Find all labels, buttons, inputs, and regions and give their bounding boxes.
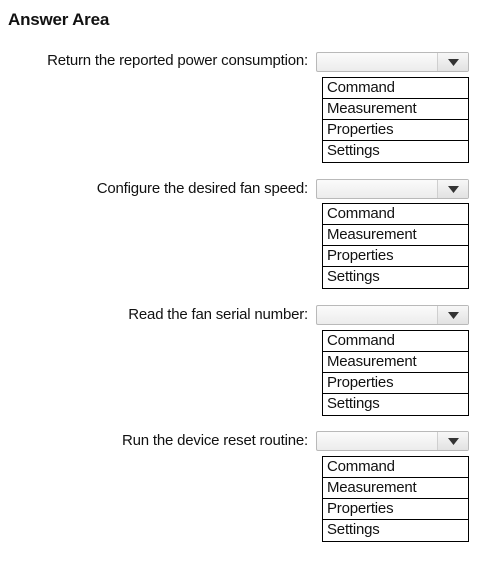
dropdown-power-consumption[interactable]: [316, 52, 469, 72]
question-label-reset-routine: Run the device reset routine:: [122, 432, 308, 449]
answer-area-title: Answer Area: [8, 10, 110, 29]
options-list-fan-speed: Command Measurement Properties Settings: [322, 203, 469, 289]
question-label-serial-number: Read the fan serial number:: [128, 306, 308, 323]
option-measurement[interactable]: Measurement: [323, 478, 468, 499]
option-command[interactable]: Command: [323, 204, 468, 225]
options-list-serial-number: Command Measurement Properties Settings: [322, 330, 469, 416]
dropdown-arrow-button[interactable]: [437, 53, 468, 71]
option-command[interactable]: Command: [323, 78, 468, 99]
dropdown-serial-number[interactable]: [316, 305, 469, 325]
option-command[interactable]: Command: [323, 457, 468, 478]
options-list-power-consumption: Command Measurement Properties Settings: [322, 77, 469, 163]
option-settings[interactable]: Settings: [323, 267, 468, 288]
chevron-down-icon: [447, 185, 459, 193]
chevron-down-icon: [447, 437, 459, 445]
option-properties[interactable]: Properties: [323, 373, 468, 394]
dropdown-reset-routine[interactable]: [316, 431, 469, 451]
option-measurement[interactable]: Measurement: [323, 352, 468, 373]
option-command[interactable]: Command: [323, 331, 468, 352]
option-measurement[interactable]: Measurement: [323, 225, 468, 246]
dropdown-arrow-button[interactable]: [437, 180, 468, 198]
option-settings[interactable]: Settings: [323, 141, 468, 162]
option-settings[interactable]: Settings: [323, 394, 468, 415]
option-properties[interactable]: Properties: [323, 120, 468, 141]
question-label-fan-speed: Configure the desired fan speed:: [96, 180, 308, 197]
dropdown-arrow-button[interactable]: [437, 432, 468, 450]
option-properties[interactable]: Properties: [323, 499, 468, 520]
dropdown-fan-speed[interactable]: [316, 179, 469, 199]
option-measurement[interactable]: Measurement: [323, 99, 468, 120]
option-properties[interactable]: Properties: [323, 246, 468, 267]
options-list-reset-routine: Command Measurement Properties Settings: [322, 456, 469, 542]
chevron-down-icon: [447, 58, 459, 66]
option-settings[interactable]: Settings: [323, 520, 468, 541]
question-label-power-consumption: Return the reported power consumption:: [47, 52, 308, 69]
chevron-down-icon: [447, 311, 459, 319]
dropdown-arrow-button[interactable]: [437, 306, 468, 324]
